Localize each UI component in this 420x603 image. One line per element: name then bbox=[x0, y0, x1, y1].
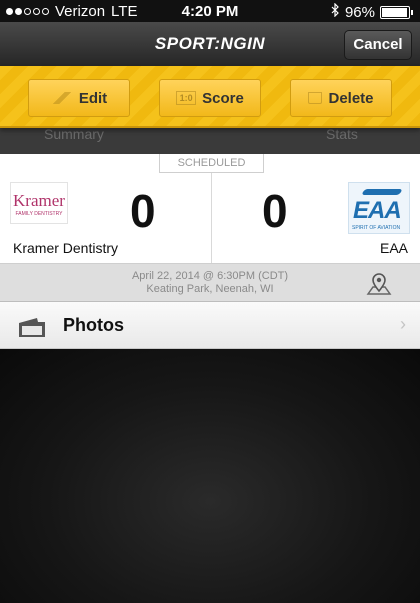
photos-row[interactable]: Photos › bbox=[0, 302, 420, 349]
home-logo-sub: FAMILY DENTISTRY bbox=[15, 211, 63, 217]
scoreboard-icon: 1:0 bbox=[176, 91, 197, 105]
status-bar: Verizon LTE 4:20 PM 96% bbox=[0, 0, 420, 22]
tab-summary[interactable]: Summary bbox=[44, 126, 104, 142]
away-logo-text: EAA bbox=[353, 197, 402, 224]
score-label: Score bbox=[202, 89, 244, 107]
status-badge: SCHEDULED bbox=[159, 154, 264, 173]
map-pin-icon[interactable] bbox=[366, 272, 392, 299]
status-right: 96% bbox=[331, 2, 413, 21]
home-score: 0 bbox=[130, 185, 156, 237]
cancel-button[interactable]: Cancel bbox=[344, 30, 412, 60]
edit-button[interactable]: Edit bbox=[28, 79, 130, 117]
away-team-logo: EAA SPIRIT OF AVIATION bbox=[348, 182, 410, 234]
trash-icon bbox=[308, 92, 323, 104]
divider bbox=[211, 173, 212, 263]
chevron-right-icon: › bbox=[400, 314, 406, 334]
battery-icon bbox=[380, 5, 413, 19]
action-bar: Edit 1:0 Score Delete bbox=[0, 66, 420, 128]
score-panel: SCHEDULED Kramer FAMILY DENTISTRY 0 Kram… bbox=[0, 154, 420, 264]
home-team-name: Kramer Dentistry bbox=[13, 240, 119, 256]
delete-label: Delete bbox=[328, 89, 374, 107]
away-score: 0 bbox=[262, 185, 288, 237]
game-location: Keating Park, Neenah, WI bbox=[146, 283, 274, 295]
nav-bar: SPORT:NGIN Cancel bbox=[0, 22, 420, 66]
content-background bbox=[0, 349, 420, 603]
photos-label: Photos bbox=[63, 315, 124, 335]
tabs-row: Summary Stats bbox=[0, 126, 420, 154]
home-team-logo: Kramer FAMILY DENTISTRY bbox=[10, 182, 68, 224]
battery-percent: 96% bbox=[344, 3, 375, 21]
away-team-name: EAA bbox=[379, 240, 408, 256]
delete-button[interactable]: Delete bbox=[290, 79, 392, 117]
camera-icon bbox=[17, 316, 47, 343]
score-button[interactable]: 1:0 Score bbox=[159, 79, 261, 117]
tab-stats[interactable]: Stats bbox=[326, 126, 358, 142]
edit-label: Edit bbox=[78, 89, 108, 107]
home-logo-text: Kramer bbox=[13, 191, 65, 210]
game-datetime: April 22, 2014 @ 6:30PM (CDT) bbox=[131, 270, 289, 282]
bluetooth-icon bbox=[331, 2, 340, 21]
logo-wing bbox=[361, 189, 403, 195]
pencil-icon bbox=[50, 92, 73, 104]
away-logo-sub: SPIRIT OF AVIATION bbox=[352, 225, 401, 231]
game-info-bar: April 22, 2014 @ 6:30PM (CDT) Keating Pa… bbox=[0, 264, 420, 302]
